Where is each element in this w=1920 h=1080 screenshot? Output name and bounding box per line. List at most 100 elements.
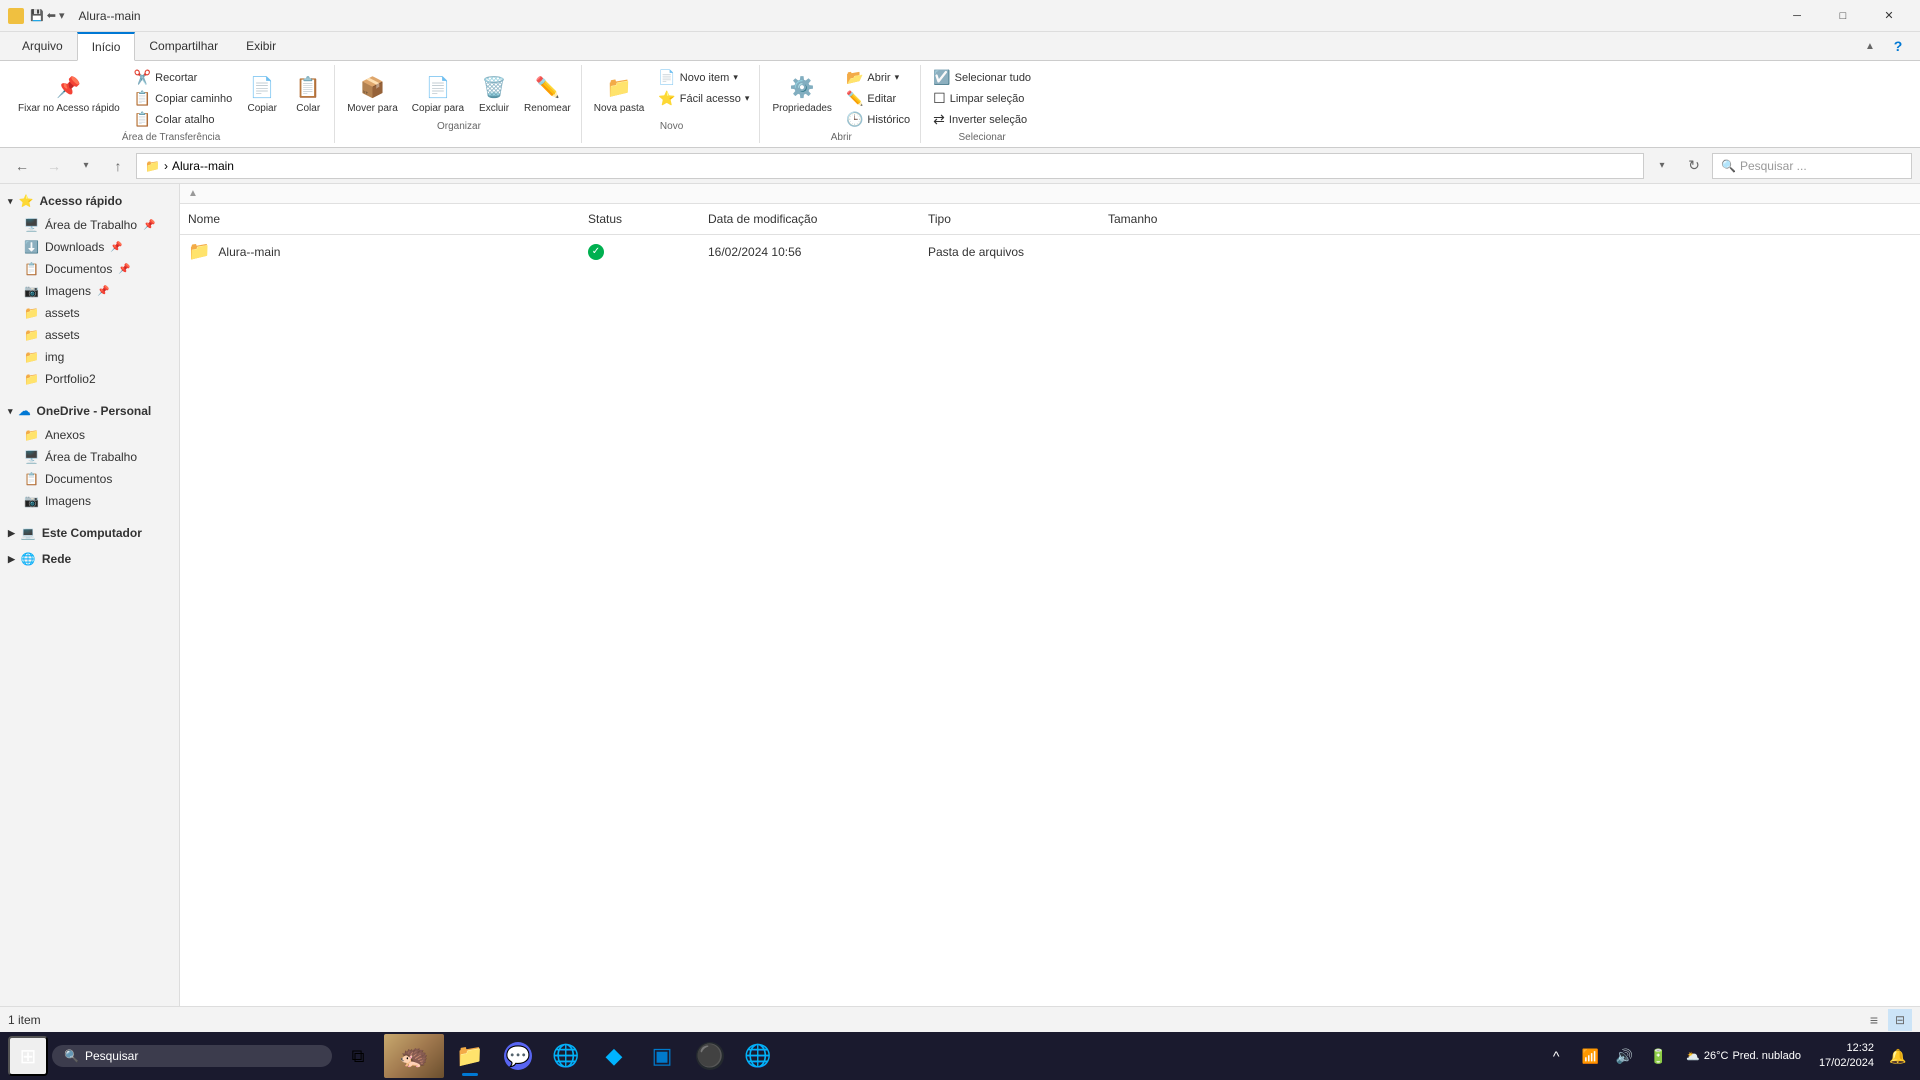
address-breadcrumb[interactable]: 📁 › Alura--main <box>136 153 1644 179</box>
btn-colar-atalho[interactable]: 📋 Colar atalho <box>128 109 238 130</box>
tab-arquivo[interactable]: Arquivo <box>8 32 77 60</box>
forward-button[interactable]: → <box>40 152 68 180</box>
sidebar-item-imagens2[interactable]: 📷 Imagens <box>0 490 179 512</box>
btn-historico[interactable]: 🕒 Histórico <box>840 109 916 130</box>
col-header-size[interactable]: Tamanho <box>1100 208 1220 230</box>
sidebar-section-este-computador[interactable]: ▶ 💻 Este Computador <box>0 520 179 546</box>
sidebar-section-acesso-rapido[interactable]: ▾ ⭐ Acesso rápido <box>0 188 179 214</box>
btn-inverter-selecao[interactable]: ⇄ Inverter seleção <box>927 109 1037 130</box>
downloads-pin: 📌 <box>110 242 122 253</box>
back-button[interactable]: ← <box>8 152 36 180</box>
btn-colar[interactable]: 📋 Colar <box>286 67 330 130</box>
tab-compartilhar[interactable]: Compartilhar <box>135 32 232 60</box>
btn-recortar[interactable]: ✂️ Recortar <box>128 67 238 88</box>
imagens-label: Imagens <box>45 284 91 298</box>
ribbon-help-button[interactable]: ? <box>1884 32 1912 60</box>
address-dropdown-button[interactable]: ▾ <box>1648 152 1676 180</box>
quick-access-icons: 💾 ⬅ ▾ <box>30 9 65 22</box>
weather-desc: Pred. nublado <box>1732 1050 1801 1062</box>
group-organizar-label: Organizar <box>437 121 481 132</box>
taskbar-app-discord[interactable]: 💬 <box>496 1034 540 1078</box>
btn-novo-item[interactable]: 📄 Novo item ▾ <box>652 67 755 88</box>
assets1-icon: 📁 <box>24 306 39 320</box>
btn-renomear[interactable]: ✏️ Renomear <box>518 67 577 119</box>
nova-pasta-label: Nova pasta <box>594 103 645 115</box>
tray-expand-icon: ^ <box>1553 1048 1560 1064</box>
taskbar-search[interactable]: 🔍 Pesquisar <box>52 1045 332 1067</box>
network-icon-button[interactable]: 📶 <box>1576 1042 1604 1070</box>
sidebar-item-area-de-trabalho[interactable]: 🖥️ Área de Trabalho 📌 <box>0 214 179 236</box>
minimize-button[interactable]: ─ <box>1774 0 1820 32</box>
sidebar-item-documentos[interactable]: 📋 Documentos 📌 <box>0 258 179 280</box>
imagens-pin: 📌 <box>97 286 109 297</box>
recent-locations-button[interactable]: ▾ <box>72 152 100 180</box>
taskbar-app-github[interactable]: ⚫ <box>688 1034 732 1078</box>
colar-label: Colar <box>296 103 320 115</box>
btn-copiar[interactable]: 📄 Copiar <box>240 67 284 130</box>
taskbar-app-task-view[interactable]: ⧉ <box>336 1034 380 1078</box>
search-box[interactable]: 🔍 Pesquisar ... <box>1712 153 1912 179</box>
sidebar-item-area-trabalho2[interactable]: 🖥️ Área de Trabalho <box>0 446 179 468</box>
tab-inicio[interactable]: Início <box>77 32 136 61</box>
tray-expand-button[interactable]: ^ <box>1542 1042 1570 1070</box>
sidebar-item-downloads[interactable]: ⬇️ Downloads 📌 <box>0 236 179 258</box>
ribbon-collapse-button[interactable]: ▲ <box>1856 32 1884 60</box>
sidebar-item-portfolio2[interactable]: 📁 Portfolio2 <box>0 368 179 390</box>
table-row[interactable]: 📁 Alura--main ✓ 16/02/2024 10:56 Pasta d… <box>180 235 1920 268</box>
file-date-cell: 16/02/2024 10:56 <box>700 241 920 263</box>
up-button[interactable]: ↑ <box>104 152 132 180</box>
copiar-para-label: Copiar para <box>412 103 464 115</box>
selecionar-tudo-icon: ☑️ <box>933 69 950 86</box>
weather-widget[interactable]: 🌥️ 26°C Pred. nublado <box>1678 1050 1809 1063</box>
sidebar-item-imagens[interactable]: 📷 Imagens 📌 <box>0 280 179 302</box>
col-header-name[interactable]: Nome <box>180 208 580 230</box>
btn-mover[interactable]: 📦 Mover para <box>341 67 404 119</box>
btn-excluir[interactable]: 🗑️ Excluir <box>472 67 516 119</box>
sidebar-item-assets1[interactable]: 📁 assets <box>0 302 179 324</box>
btn-copiar-para[interactable]: 📄 Copiar para <box>406 67 470 119</box>
btn-limpar-selecao[interactable]: ☐ Limpar seleção <box>927 88 1037 109</box>
col-header-date[interactable]: Data de modificação <box>700 208 920 230</box>
sidebar-item-documentos2[interactable]: 📋 Documentos <box>0 468 179 490</box>
col-header-status[interactable]: Status <box>580 208 700 230</box>
documentos-label: Documentos <box>45 262 112 276</box>
btn-propriedades[interactable]: ⚙️ Propriedades <box>766 67 837 130</box>
group-selecionar: ☑️ Selecionar tudo ☐ Limpar seleção ⇄ In… <box>923 65 1041 143</box>
refresh-button[interactable]: ↻ <box>1680 152 1708 180</box>
volume-button[interactable]: 🔊 <box>1610 1042 1638 1070</box>
sidebar-item-img[interactable]: 📁 img <box>0 346 179 368</box>
taskbar-app-chrome2[interactable]: 🌐 <box>736 1034 780 1078</box>
battery-button[interactable]: 🔋 <box>1644 1042 1672 1070</box>
btn-copiar-caminho[interactable]: 📋 Copiar caminho <box>128 88 238 109</box>
discord-icon: 💬 <box>504 1042 532 1070</box>
btn-abrir[interactable]: 📂 Abrir ▾ <box>840 67 916 88</box>
item-count: 1 item <box>8 1013 41 1027</box>
tab-exibir[interactable]: Exibir <box>232 32 290 60</box>
btn-facil-acesso[interactable]: ⭐ Fácil acesso ▾ <box>652 88 755 109</box>
taskbar-app-vscode[interactable]: ▣ <box>640 1034 684 1078</box>
btn-fixar[interactable]: 📌 Fixar no Acesso rápido <box>12 67 126 130</box>
historico-icon: 🕒 <box>846 111 863 128</box>
sidebar-item-assets2[interactable]: 📁 assets <box>0 324 179 346</box>
copiar-icon: 📄 <box>246 71 278 103</box>
maximize-button[interactable]: □ <box>1820 0 1866 32</box>
sidebar-section-rede[interactable]: ▶ 🌐 Rede <box>0 546 179 572</box>
start-button[interactable]: ⊞ <box>8 1036 48 1076</box>
taskbar-app-file-explorer[interactable]: 📁 <box>448 1034 492 1078</box>
btn-selecionar-tudo[interactable]: ☑️ Selecionar tudo <box>927 67 1037 88</box>
btn-editar[interactable]: ✏️ Editar <box>840 88 916 109</box>
copiar-caminho-icon: 📋 <box>134 90 151 107</box>
sidebar-item-anexos[interactable]: 📁 Anexos <box>0 424 179 446</box>
view-list-button[interactable]: ≡ <box>1862 1009 1886 1031</box>
sidebar-section-onedrive[interactable]: ▾ ☁ OneDrive - Personal <box>0 398 179 424</box>
btn-nova-pasta[interactable]: 📁 Nova pasta <box>588 67 651 119</box>
close-button[interactable]: ✕ <box>1866 0 1912 32</box>
taskbar-app-chrome[interactable]: 🌐 <box>544 1034 588 1078</box>
col-header-type[interactable]: Tipo <box>920 208 1100 230</box>
notification-button[interactable]: 🔔 <box>1884 1042 1912 1070</box>
recortar-label: Recortar <box>155 72 197 84</box>
taskbar-app-unknown[interactable]: ◆ <box>592 1034 636 1078</box>
clock-widget[interactable]: 12:32 17/02/2024 <box>1815 1041 1878 1072</box>
area-trabalho2-label: Área de Trabalho <box>45 450 137 464</box>
view-details-button[interactable]: ⊟ <box>1888 1009 1912 1031</box>
